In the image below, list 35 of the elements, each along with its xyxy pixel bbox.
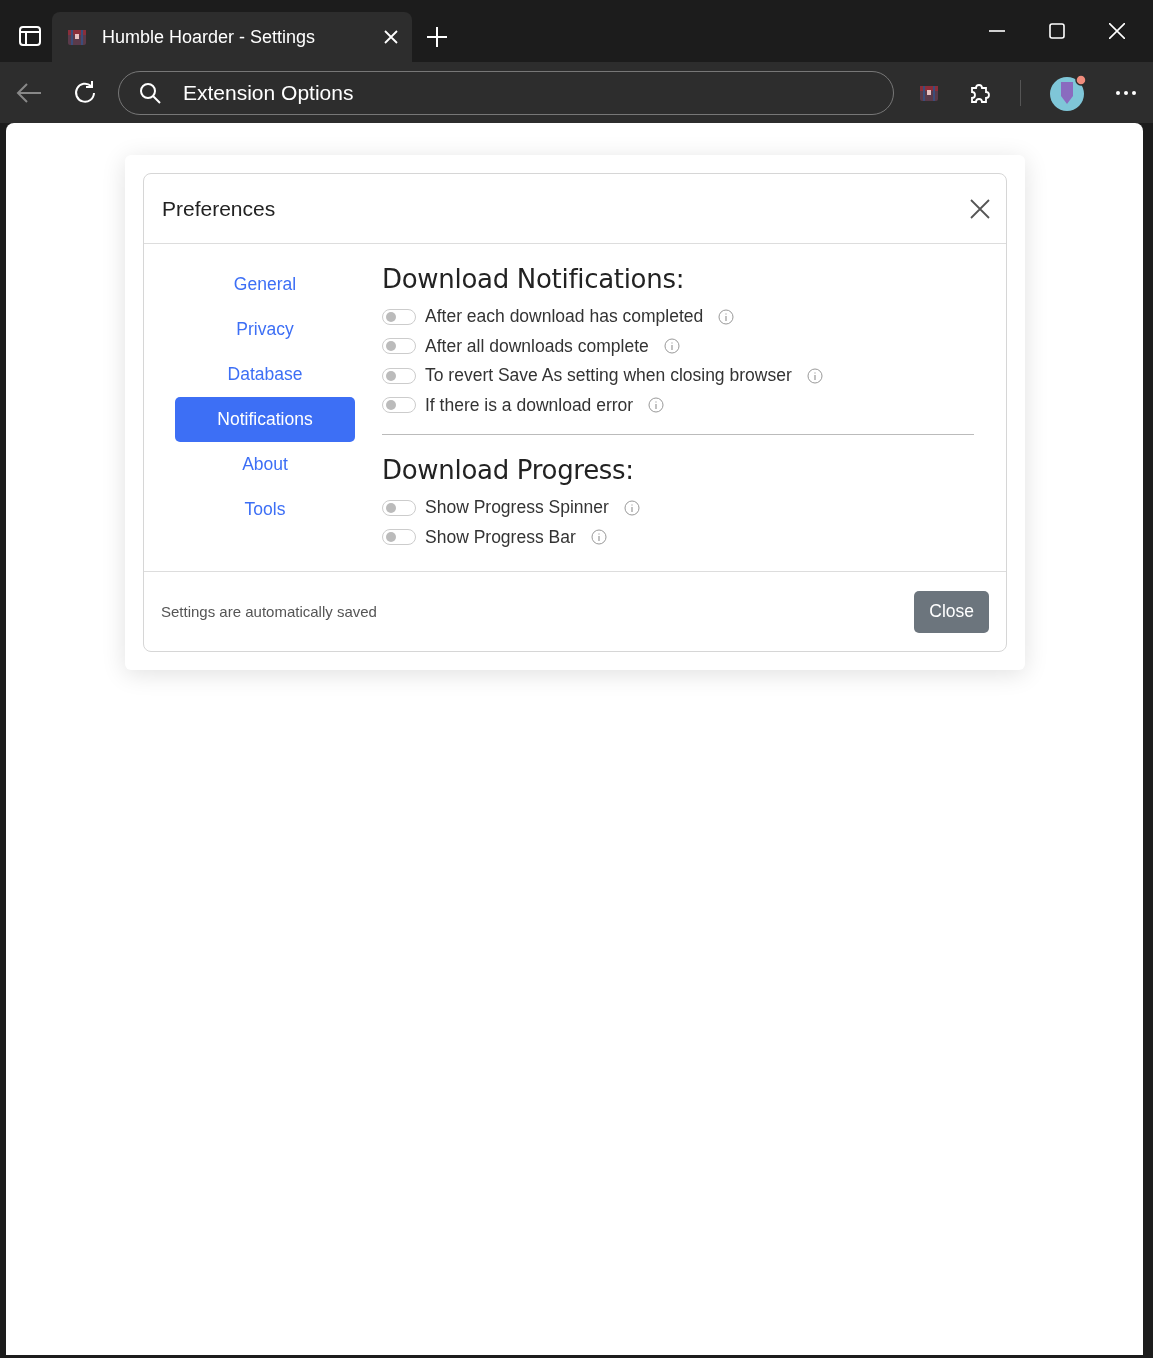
nav-item[interactable]: Database	[175, 352, 355, 397]
more-icon[interactable]	[1115, 89, 1137, 96]
option-label: Show Progress Bar	[425, 526, 576, 548]
option-label: After each download has completed	[425, 306, 704, 328]
back-icon[interactable]	[16, 81, 42, 104]
option-label: After all downloads complete	[425, 335, 649, 357]
dialog-title: Preferences	[162, 196, 276, 221]
info-icon[interactable]	[663, 338, 680, 355]
option-label: If there is a download error	[425, 394, 634, 416]
info-icon[interactable]	[718, 308, 735, 325]
profile-avatar[interactable]	[1049, 73, 1087, 112]
section-heading: Download Progress:	[382, 455, 635, 485]
nav-item[interactable]: About	[175, 442, 355, 487]
browser-tab[interactable]: Humble Hoarder - Settings	[52, 12, 412, 62]
nav-item[interactable]: Tools	[175, 487, 355, 532]
option-label: To revert Save As setting when closing browser	[425, 365, 792, 387]
maximize-icon[interactable]	[1049, 23, 1065, 39]
info-icon[interactable]	[590, 529, 607, 546]
new-tab-icon[interactable]	[426, 26, 448, 48]
sidebar-icon[interactable]	[18, 24, 42, 48]
reload-icon[interactable]	[72, 79, 98, 106]
info-icon[interactable]	[806, 367, 823, 384]
nav-item[interactable]: Privacy	[175, 307, 355, 352]
address-text: Extension Options	[183, 80, 354, 105]
option-label: Show Progress Spinner	[425, 497, 609, 519]
tab-title: Humble Hoarder - Settings	[102, 26, 317, 48]
info-icon[interactable]	[623, 499, 640, 516]
close-icon[interactable]	[970, 198, 990, 219]
info-icon[interactable]	[648, 397, 665, 414]
close-button[interactable]: Close	[914, 590, 989, 633]
nav-item[interactable]: General	[175, 262, 355, 307]
autosave-note: Settings are automatically saved	[161, 603, 377, 620]
nav-item[interactable]: Notifications	[175, 397, 355, 442]
search-icon	[139, 81, 161, 104]
section-heading: Download Notifications:	[382, 264, 686, 294]
